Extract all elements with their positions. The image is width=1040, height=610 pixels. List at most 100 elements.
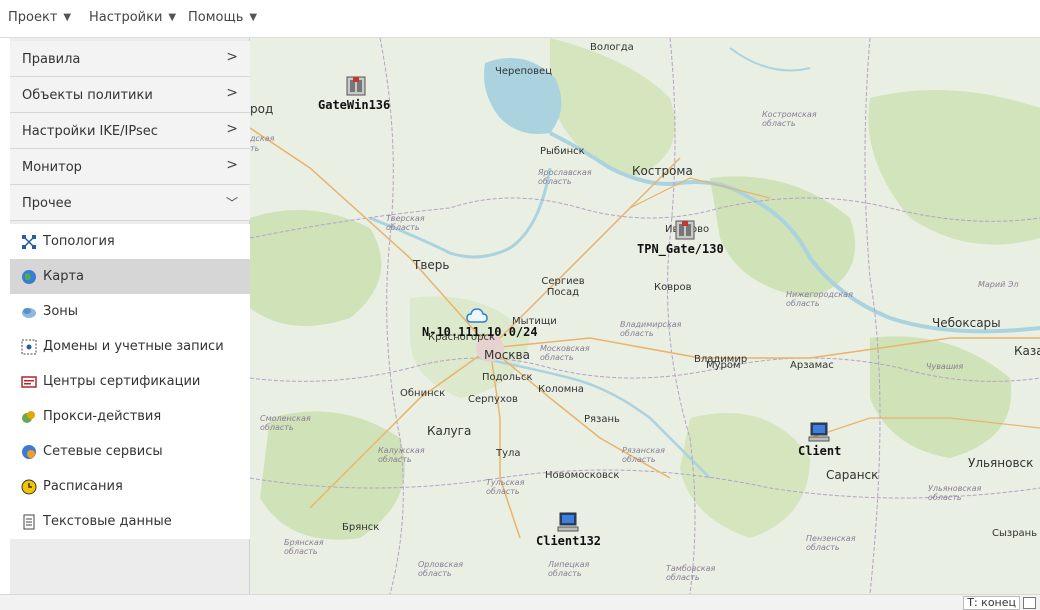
sidebar-item-text-data[interactable]: Текстовые данные <box>10 504 250 539</box>
topology-icon <box>22 235 36 249</box>
map-region-label: ть <box>250 144 260 153</box>
chevron-right-icon: > <box>226 157 238 173</box>
clock-icon <box>21 479 37 495</box>
map-region-label: Тульская область <box>486 478 525 496</box>
client-computer-icon[interactable] <box>808 422 830 442</box>
map-region-label: Костромская область <box>762 110 817 128</box>
map-node-label[interactable]: Client132 <box>536 534 601 548</box>
network-services-icon <box>22 445 36 459</box>
map-node-label[interactable]: GateWin136 <box>318 98 390 112</box>
map-background <box>250 38 1040 594</box>
map-region-label: дская <box>250 134 275 143</box>
section-label: Настройки IKE/IPsec <box>22 124 158 139</box>
map-node-label[interactable]: TPN_Gate/130 <box>637 242 724 256</box>
globe-icon <box>22 270 36 284</box>
section-label: Правила <box>22 52 81 67</box>
menu-settings[interactable]: Настройки ▼ <box>89 10 176 25</box>
sidebar-item-label: Центры сертификации <box>43 374 201 389</box>
map-region-label: Тамбовская область <box>666 564 716 582</box>
sidebar-item-label: Зоны <box>43 304 79 319</box>
map-region-label: Липецкая область <box>548 560 590 578</box>
map-node-label[interactable]: N-10.111.10.0/24 <box>422 325 538 339</box>
map-region-label: Тверская область <box>386 214 425 232</box>
map-city-label: Кострома <box>632 164 693 178</box>
sidebar-section-other[interactable]: Прочее ﹀ <box>10 185 250 221</box>
sidebar-item-network-services[interactable]: Сетевые сервисы <box>10 434 250 469</box>
map-region-label: Владимирская область <box>620 320 682 338</box>
map-region-label: Рязанская область <box>622 446 665 464</box>
map-city-label: Сызрань <box>992 528 1038 539</box>
map-city-label: Коломна <box>538 384 584 395</box>
section-label: Монитор <box>22 160 82 175</box>
map-city-label: Обнинск <box>400 388 446 399</box>
map-city-label: Тула <box>496 448 521 459</box>
sidebar: Правила > Объекты политики > Настройки I… <box>10 38 250 594</box>
chevron-right-icon: > <box>226 121 238 137</box>
sidebar-item-label: Расписания <box>43 479 123 494</box>
chevron-down-icon: ▼ <box>168 12 177 23</box>
sidebar-item-zones[interactable]: Зоны <box>10 294 250 329</box>
map-city-label: Серпухов <box>468 394 518 405</box>
map-region-label: Марий Эл <box>978 280 1019 289</box>
menu-settings-label: Настройки <box>89 10 163 25</box>
sidebar-item-cert-centers[interactable]: Центры сертификации <box>10 364 250 399</box>
menu-project[interactable]: Проект ▼ <box>8 10 71 25</box>
map-city-label: Арзамас <box>790 360 834 371</box>
chevron-down-icon: ▼ <box>63 12 72 23</box>
map-city-label: Каза <box>1014 344 1040 358</box>
sidebar-section-policy-objects[interactable]: Объекты политики > <box>10 77 250 113</box>
status-text: Т: конец <box>963 596 1020 610</box>
map-node-label[interactable]: Client <box>798 444 841 458</box>
map-region-label: Нижегородская область <box>786 290 853 308</box>
sidebar-section-monitor[interactable]: Монитор > <box>10 149 250 185</box>
sidebar-section-rules[interactable]: Правила > <box>10 41 250 77</box>
menu-help[interactable]: Помощь ▼ <box>188 10 257 25</box>
map-region-label: Московская область <box>540 344 590 362</box>
map-region-label: Ульяновская область <box>928 484 982 502</box>
client-computer-icon[interactable] <box>557 512 579 532</box>
section-label: Объекты политики <box>22 88 153 103</box>
document-icon <box>23 514 35 530</box>
map-city-label: Рязань <box>584 414 620 425</box>
sidebar-item-map[interactable]: Карта <box>10 259 250 294</box>
map-city-label: Рыбинск <box>540 146 585 157</box>
map-city-label: род <box>250 102 274 116</box>
sidebar-item-label: Топология <box>43 234 115 249</box>
sidebar-item-schedules[interactable]: Расписания <box>10 469 250 504</box>
map-region-label: Смоленская область <box>260 414 311 432</box>
map-city-label: Череповец <box>495 66 553 77</box>
proxy-icon <box>22 411 35 423</box>
map-city-label: Сергиев Посад <box>541 276 585 298</box>
domain-icon <box>21 339 37 355</box>
window-icon[interactable] <box>1023 597 1036 609</box>
gateway-icon[interactable] <box>345 76 367 96</box>
gateway-icon[interactable] <box>674 220 696 240</box>
sidebar-item-topology[interactable]: Топология <box>10 224 250 259</box>
cloud-network-icon[interactable] <box>466 306 488 326</box>
map-city-label: Муром <box>706 360 741 371</box>
map-city-label: Ульяновск <box>968 456 1034 470</box>
map-view[interactable]: Вологда Череповец род Рыбинск Кострома И… <box>250 38 1040 594</box>
chevron-down-icon: ﹀ <box>225 196 238 210</box>
map-region-label: Калужская область <box>378 446 425 464</box>
certificate-icon <box>21 376 37 388</box>
sidebar-item-domains[interactable]: Домены и учетные записи <box>10 329 250 364</box>
map-region-label: Пензенская область <box>806 534 856 552</box>
map-city-label: Вологда <box>590 42 634 53</box>
map-region-label: Брянская область <box>284 538 324 556</box>
map-city-label: Калуга <box>427 424 472 438</box>
zones-icon <box>22 308 36 318</box>
map-region-label: Ярославская область <box>538 168 592 186</box>
section-label: Прочее <box>22 196 72 211</box>
sidebar-section-ike-ipsec[interactable]: Настройки IKE/IPsec > <box>10 113 250 149</box>
sidebar-item-proxy-actions[interactable]: Прокси-действия <box>10 399 250 434</box>
map-region-label: Орловская область <box>418 560 464 578</box>
map-city-label: Тверь <box>413 258 450 272</box>
status-bar: Т: конец <box>0 594 1040 610</box>
chevron-right-icon: > <box>226 85 238 101</box>
sidebar-item-label: Сетевые сервисы <box>43 444 163 459</box>
menu-help-label: Помощь <box>188 10 244 25</box>
sidebar-item-label: Домены и учетные записи <box>43 339 224 354</box>
map-city-label: Москва <box>484 348 530 362</box>
menu-project-label: Проект <box>8 10 58 25</box>
